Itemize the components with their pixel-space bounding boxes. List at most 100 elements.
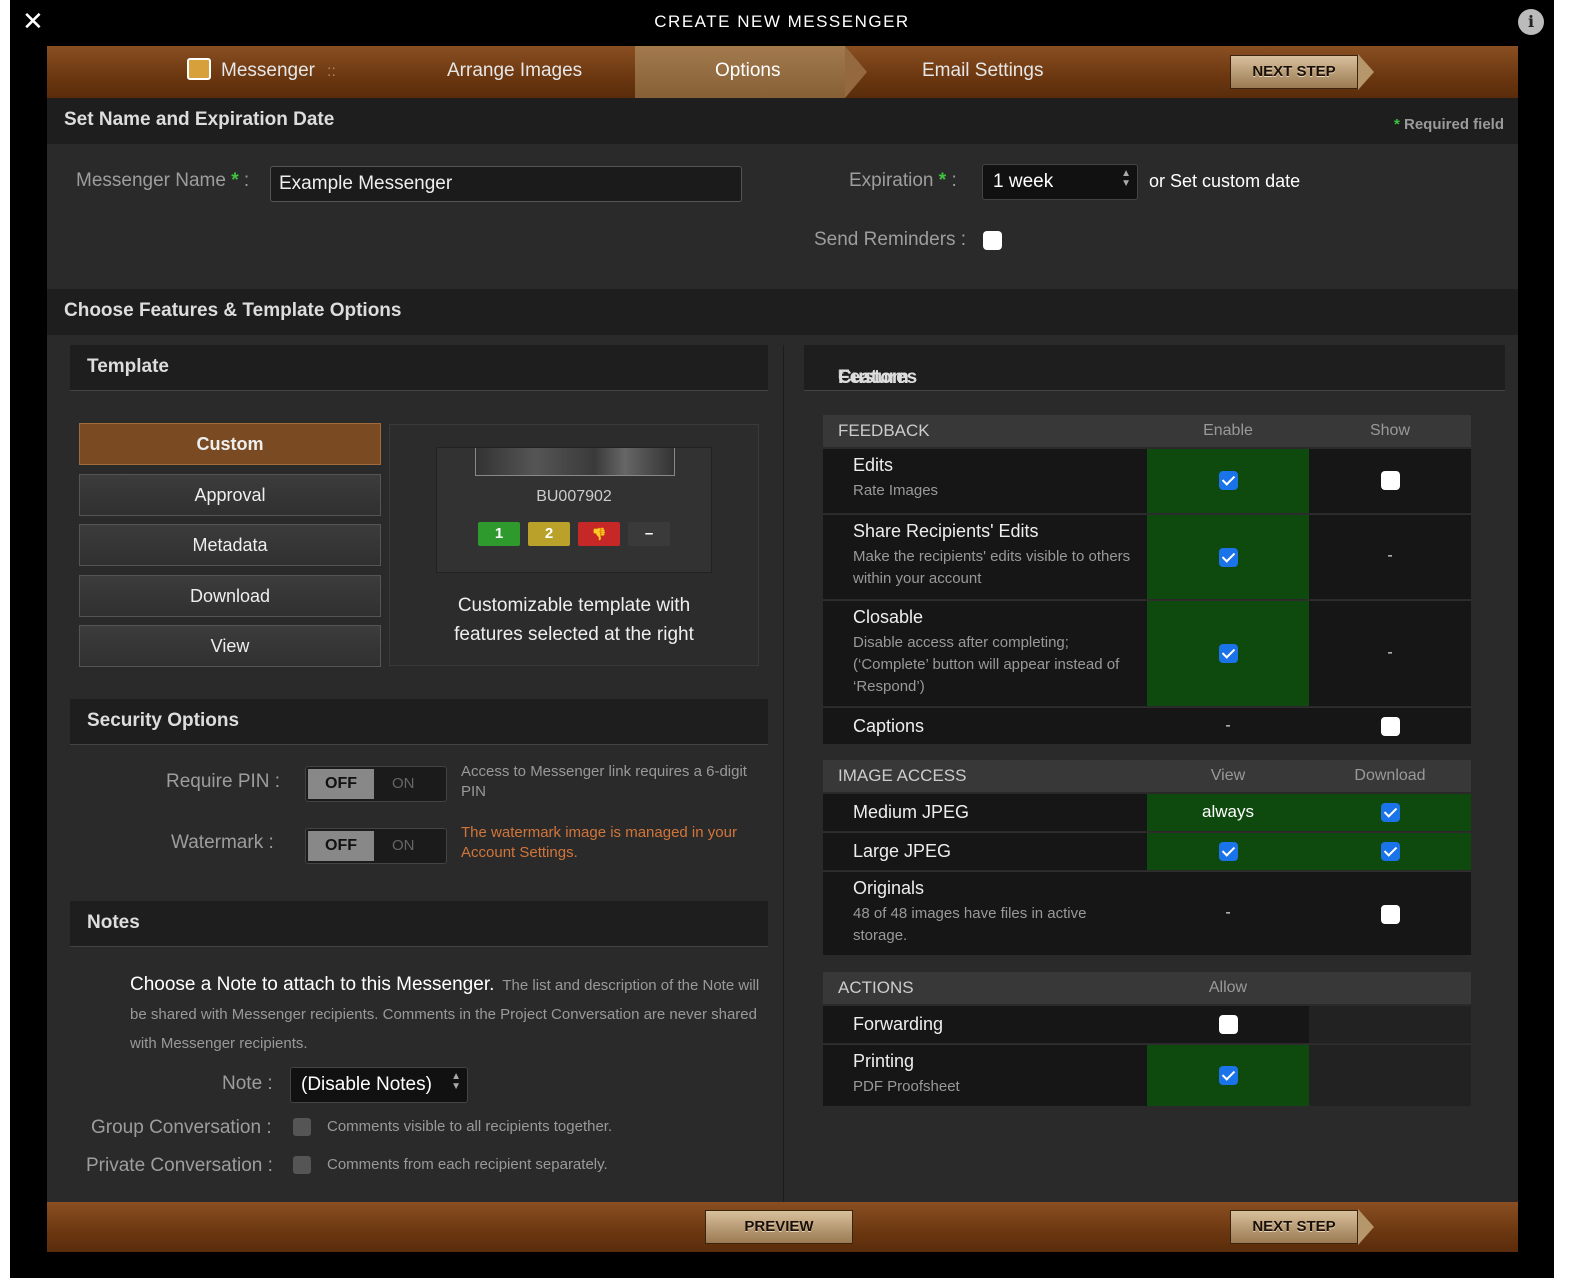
share-edits-enable-cell [1147,515,1309,599]
medium-jpeg-view-always: always [1202,802,1254,821]
content-area: Set Name and Expiration Date * Required … [47,98,1518,1202]
share-edits-enable-checkbox[interactable] [1219,548,1238,567]
require-pin-on: ON [392,775,415,792]
note-label: Note : [222,1073,273,1094]
actions-header-row: ACTIONS Allow [823,972,1471,1004]
printing-subtitle: PDF Proofsheet [853,1078,960,1095]
image-access-header: IMAGE ACCESS [823,760,1147,792]
originals-label-cell: Originals 48 of 48 images have files in … [823,872,1147,955]
group-conversation-hint: Comments visible to all recipients toget… [327,1118,613,1135]
originals-title: Originals [853,878,925,898]
watermark-off: OFF [308,831,374,861]
watermark-on: ON [392,837,415,854]
notes-description: Choose a Note to attach to this Messenge… [130,970,760,1058]
require-pin-toggle[interactable]: OFF ON [305,766,447,802]
private-conversation-hint: Comments from each recipient separately. [327,1156,608,1173]
closable-row: Closable Disable access after completing… [823,600,1471,706]
feedback-header: FEEDBACK [823,415,1147,447]
next-step-button-top[interactable]: NEXT STEP [1230,55,1358,89]
medium-jpeg-download-checkbox[interactable] [1381,803,1400,822]
originals-download-checkbox[interactable] [1381,905,1400,924]
closable-show-dash: - [1387,644,1393,661]
features-section-header: Choose Features & Template Options [47,289,1518,335]
require-pin-label: Require PIN : [166,771,281,792]
set-custom-date-link[interactable]: Set custom date [1170,171,1300,191]
captions-label-cell: Captions [823,708,1147,744]
medium-jpeg-label-cell: Medium JPEG [823,794,1147,831]
large-jpeg-title: Large JPEG [853,841,952,861]
preview-thumbnail [475,448,675,476]
step-separator: :: [327,63,336,80]
template-download-button[interactable]: Download [79,575,381,617]
share-edits-show-dash: - [1387,547,1393,564]
note-select[interactable]: (Disable Notes) ▲ ▼ [290,1067,468,1103]
watermark-toggle[interactable]: OFF ON [305,828,447,864]
window-title: CREATE NEW MESSENGER [654,12,910,31]
step-active-arrow [845,46,867,98]
preview-button[interactable]: PREVIEW [705,1210,853,1244]
captions-show-cell [1309,708,1471,744]
messenger-name-input[interactable]: Example Messenger [270,166,742,202]
medium-jpeg-title: Medium JPEG [853,802,970,822]
captions-row: Captions - [823,707,1471,744]
template-view-button[interactable]: View [79,625,381,667]
image-access-view-col: View [1147,760,1309,792]
forwarding-allow-checkbox[interactable] [1219,1015,1238,1034]
select-arrows-icon: ▲ ▼ [451,1071,461,1092]
private-conversation-checkbox[interactable] [293,1156,311,1174]
info-icon[interactable]: i [1518,9,1544,35]
edits-title: Edits [853,455,894,475]
printing-label-cell: Printing PDF Proofsheet [823,1045,1147,1106]
custom-date-text: or Set custom date [1149,171,1301,191]
large-jpeg-label-cell: Large JPEG [823,833,1147,870]
printing-allow-checkbox[interactable] [1219,1066,1238,1085]
feedback-header-row: FEEDBACK Enable Show [823,415,1471,447]
medium-jpeg-row: Medium JPEG always [823,794,1471,831]
expiration-select[interactable]: 1 week ▲ ▼ [982,164,1138,200]
send-reminders-checkbox[interactable] [983,231,1002,250]
share-edits-label-cell: Share Recipients' Edits Make the recipie… [823,515,1147,599]
edits-enable-checkbox[interactable] [1219,471,1238,490]
edits-label-cell: Edits Rate Images [823,449,1147,513]
template-metadata-button[interactable]: Metadata [79,524,381,566]
medium-jpeg-view-cell: always [1147,794,1309,831]
actions-empty-col [1309,972,1471,1004]
template-custom-button[interactable]: Custom [79,423,381,465]
share-edits-title: Share Recipients' Edits [853,521,1039,541]
note-value: (Disable Notes) [301,1074,432,1095]
edits-show-checkbox[interactable] [1381,471,1400,490]
template-preview: BU007902 1 2 👎 – Customizable template w… [389,424,759,666]
step-email-settings[interactable]: Email Settings [922,46,1043,98]
features-section-title: Choose Features & Template Options [64,300,402,321]
captions-enable-cell: - [1147,708,1309,744]
next-step-arrow-icon [1358,1209,1374,1245]
edits-enable-cell [1147,449,1309,513]
custom-features-header: “Custom” Features [804,345,1505,391]
closable-subtitle: Disable access after completing; (‘Compl… [853,634,1120,695]
feedback-enable-col: Enable [1147,415,1309,447]
template-panel-header: Template [70,345,768,391]
share-edits-row: Share Recipients' Edits Make the recipie… [823,514,1471,599]
step-options[interactable]: Options [715,46,780,98]
printing-empty-cell [1309,1045,1471,1106]
step-arrange-images[interactable]: Arrange Images [447,46,582,98]
forwarding-allow-cell [1147,1006,1309,1043]
closable-enable-checkbox[interactable] [1219,644,1238,663]
preview-card: BU007902 1 2 👎 – [436,447,712,573]
next-step-button-bottom[interactable]: NEXT STEP [1230,1210,1358,1244]
group-conversation-checkbox[interactable] [293,1118,311,1136]
watermark-hint: The watermark image is managed in your A… [461,824,737,861]
forwarding-label-cell: Forwarding [823,1006,1147,1043]
large-jpeg-view-checkbox[interactable] [1219,842,1238,861]
step-messenger[interactable]: Messenger:: [187,46,336,98]
require-pin-off: OFF [308,769,374,799]
captions-show-checkbox[interactable] [1381,717,1400,736]
template-approval-button[interactable]: Approval [79,474,381,516]
share-edits-show-cell: - [1309,515,1471,599]
footer-bar: PREVIEW NEXT STEP [47,1202,1518,1252]
notes-headline: Choose a Note to attach to this Messenge… [130,974,495,995]
edits-show-cell [1309,449,1471,513]
large-jpeg-download-checkbox[interactable] [1381,842,1400,861]
required-text: Required field [1403,116,1504,133]
actions-allow-col: Allow [1147,972,1309,1004]
